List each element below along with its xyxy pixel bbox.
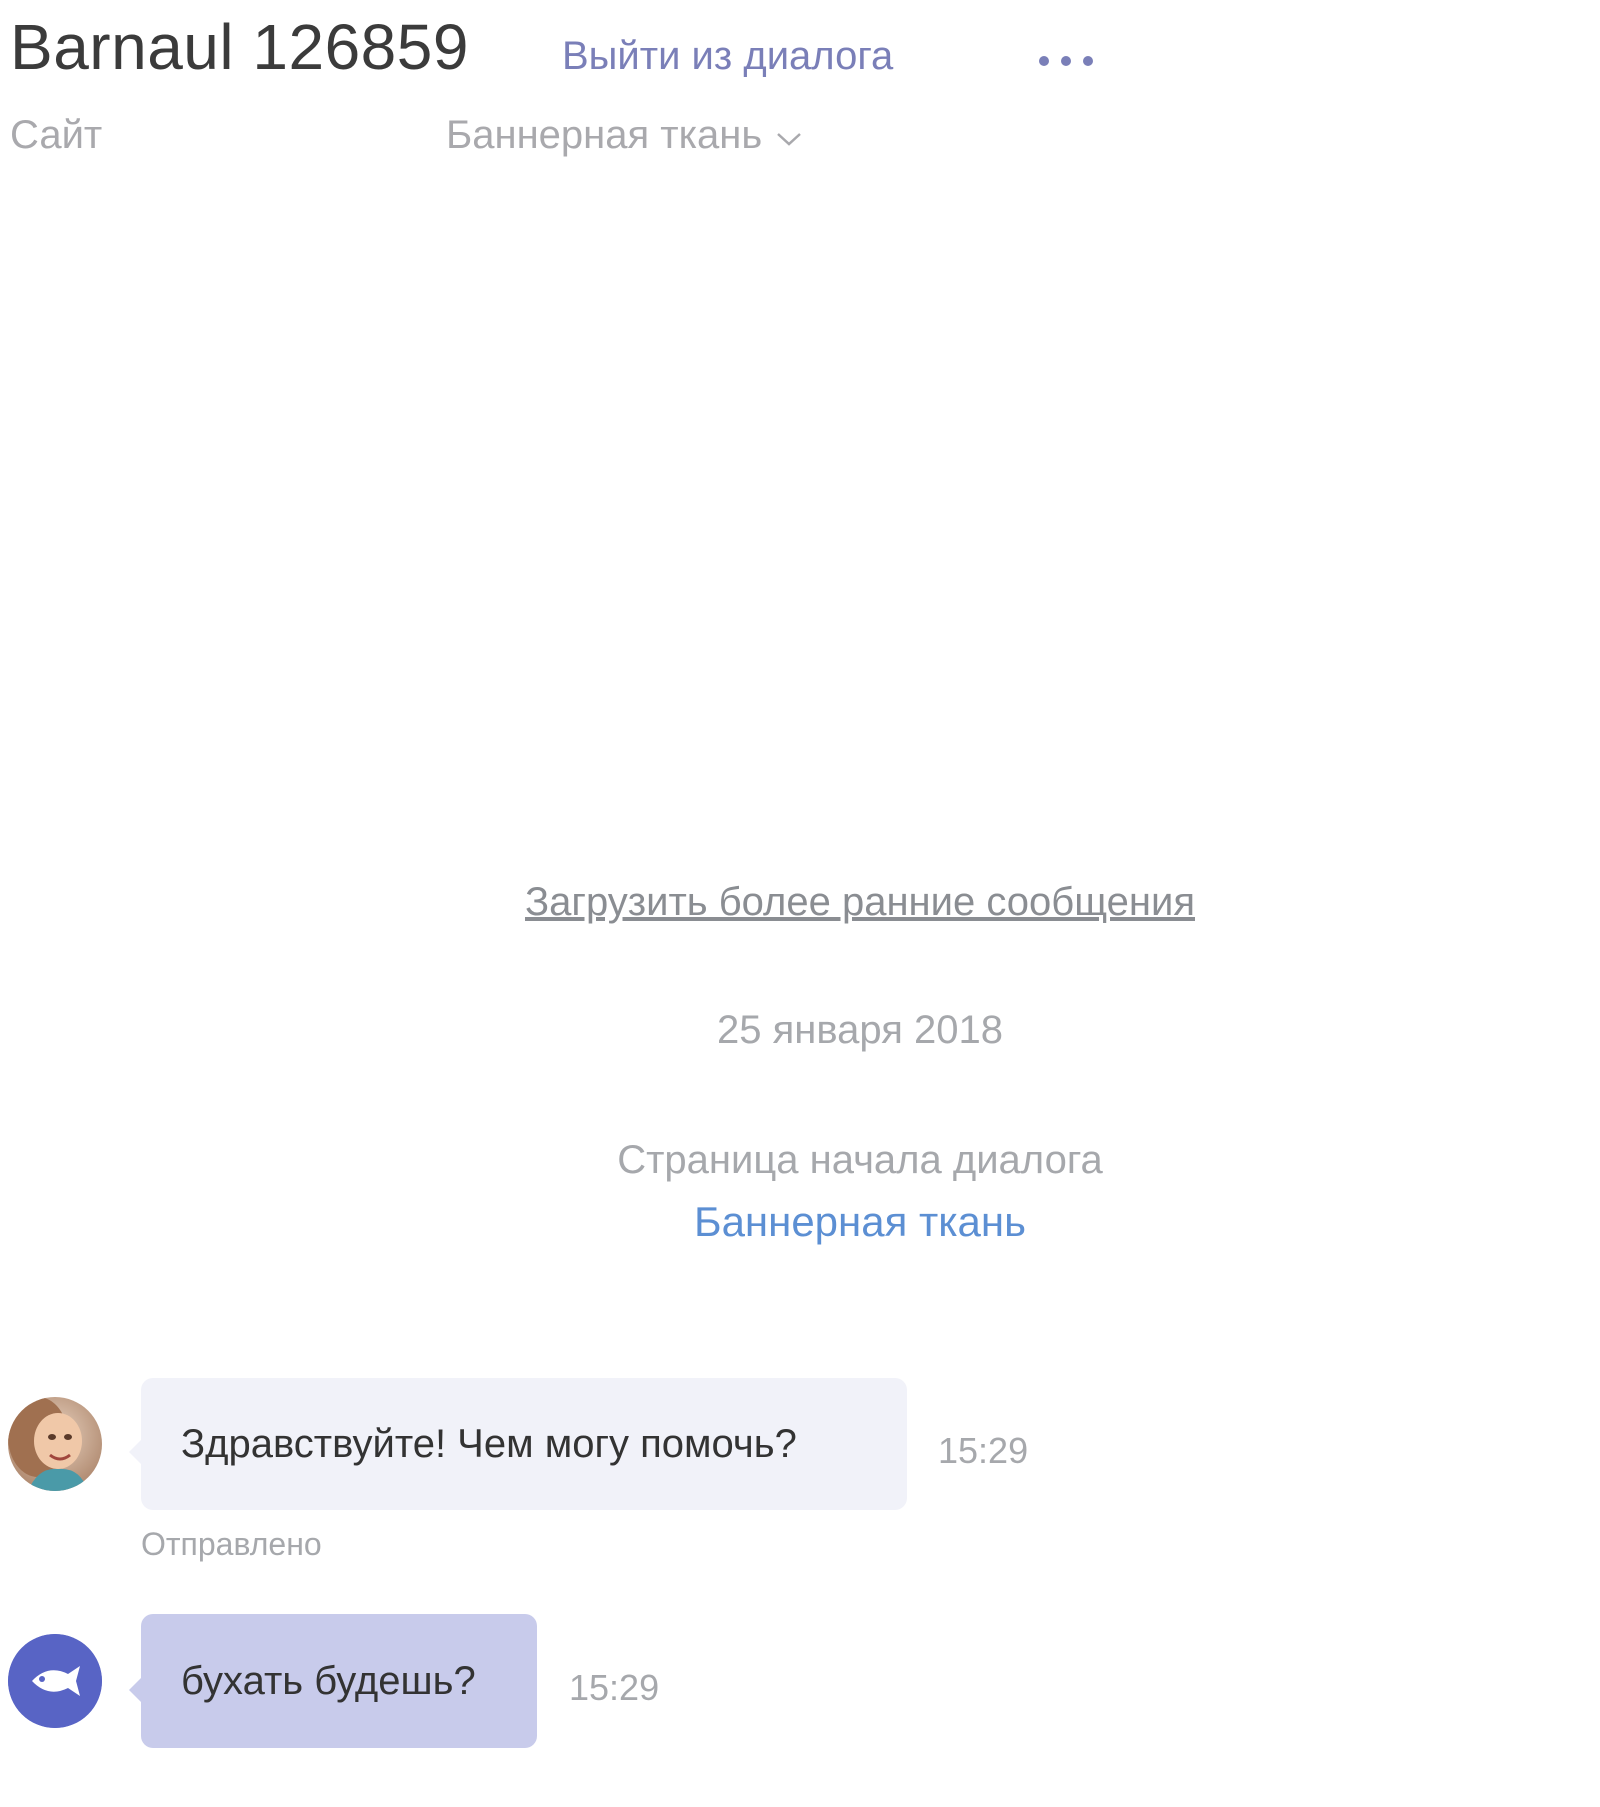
operator-photo-avatar [8, 1397, 102, 1491]
page-select-dropdown[interactable]: Баннерная ткань [446, 113, 802, 158]
more-options-button[interactable] [1036, 40, 1096, 80]
load-earlier-messages-link[interactable]: Загрузить более ранние сообщения [0, 880, 1600, 925]
start-page-label: Страница начала диалога [617, 1138, 1103, 1182]
date-separator: 25 января 2018 [717, 1008, 1003, 1052]
start-page-link[interactable]: Баннерная ткань [0, 1198, 1600, 1246]
message-time: 15:29 [938, 1430, 1029, 1471]
visitor-message-bubble: бухать будешь? [129, 1614, 537, 1748]
message-status: Отправлено [141, 1526, 322, 1562]
more-horizontal-icon [1039, 56, 1093, 66]
visitor-avatar [8, 1634, 102, 1728]
message-text: Здравствуйте! Чем могу помочь? [181, 1421, 797, 1466]
dialog-title: Barnaul 126859 [10, 11, 469, 83]
message-text: бухать будешь? [181, 1658, 476, 1703]
fish-icon [8, 1634, 102, 1728]
operator-avatar [8, 1397, 102, 1491]
exit-dialog-link[interactable]: Выйти из диалога [562, 34, 893, 79]
site-label: Сайт [10, 113, 103, 157]
page-select-value: Баннерная ткань [446, 113, 763, 157]
message-time: 15:29 [569, 1667, 660, 1708]
chevron-down-icon [777, 132, 801, 146]
operator-message-bubble: Здравствуйте! Чем могу помочь? [129, 1378, 907, 1510]
